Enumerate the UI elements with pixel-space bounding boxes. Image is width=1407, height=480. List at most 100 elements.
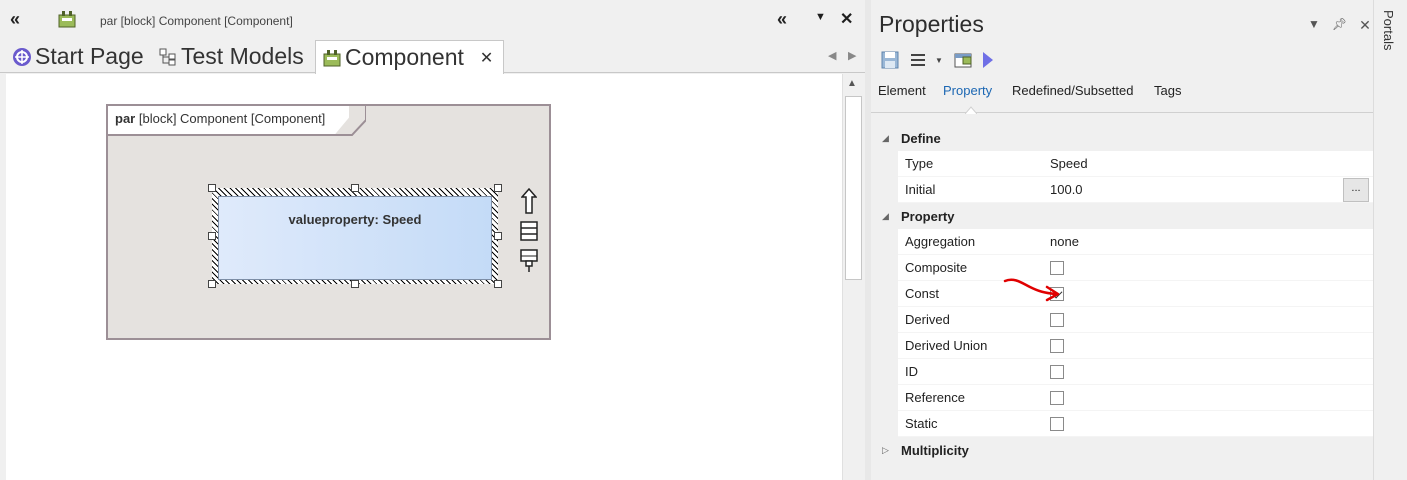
document-tabs: Start Page Test Models Component ✕ ◀ ▶: [0, 40, 865, 74]
save-icon[interactable]: [881, 51, 899, 69]
tab-test-models[interactable]: Test Models: [152, 40, 304, 73]
derived-checkbox[interactable]: [1050, 312, 1064, 327]
row-key: Static: [905, 416, 938, 431]
tab-close-icon[interactable]: ✕: [480, 48, 493, 68]
properties-title: Properties: [879, 11, 984, 37]
section-label: Property: [901, 208, 955, 224]
dropdown-icon[interactable]: ▼: [815, 11, 826, 23]
resize-handle[interactable]: [494, 280, 502, 288]
id-checkbox[interactable]: [1050, 364, 1064, 379]
section-property[interactable]: ◢ Property: [871, 203, 1373, 229]
row-key: Initial: [905, 182, 936, 197]
tab-tags[interactable]: Tags: [1154, 83, 1181, 98]
tab-redefined-subsetted[interactable]: Redefined/Subsetted: [1012, 83, 1133, 98]
resize-handle[interactable]: [208, 184, 216, 192]
collapse-right-icon[interactable]: «: [777, 9, 787, 30]
value-property-element[interactable]: valueproperty: Speed: [218, 196, 492, 280]
menu-icon[interactable]: [909, 51, 931, 69]
list-icon[interactable]: [518, 216, 540, 246]
resize-handle[interactable]: [208, 232, 216, 240]
collapse-triangle-icon[interactable]: ◢: [871, 133, 901, 144]
diagram-window: « par [block] Component [Component] « ▼ …: [0, 0, 865, 480]
tab-property[interactable]: Property: [943, 83, 992, 98]
element-browser-icon[interactable]: [953, 51, 975, 69]
row-key: Const: [905, 286, 939, 301]
properties-tabs: Element Property Redefined/Subsetted Tag…: [871, 79, 1373, 114]
ellipsis-button[interactable]: ...: [1343, 178, 1369, 202]
row-key: Composite: [905, 260, 968, 275]
play-icon[interactable]: [981, 51, 995, 69]
resize-handle[interactable]: [494, 232, 502, 240]
row-key: Derived: [905, 312, 950, 327]
row-key: Type: [905, 156, 934, 171]
tab-element[interactable]: Element: [878, 83, 926, 98]
properties-window: Properties ▼ 📌︎ ✕ ▼ Element Property Red…: [865, 0, 1373, 480]
dropdown-icon[interactable]: ▼: [1308, 17, 1320, 34]
pin-icon[interactable]: 📌︎: [1332, 17, 1347, 34]
expand-triangle-icon[interactable]: ▷: [871, 445, 901, 456]
property-row-const[interactable]: Const: [898, 281, 1373, 307]
row-value[interactable]: 100.0: [1050, 182, 1083, 197]
portals-sidebar[interactable]: Portals: [1373, 0, 1407, 480]
property-grid: ◢ Define Type Speed Initial 100.0 ... ◢ …: [871, 125, 1373, 463]
diagram-frame[interactable]: par [block] Component [Component] valuep…: [106, 104, 551, 340]
properties-toolbar: ▼: [881, 51, 995, 69]
tab-label: Start Page: [35, 43, 144, 69]
row-key: Derived Union: [905, 338, 988, 353]
pin-icon[interactable]: [518, 246, 540, 276]
derived-union-checkbox[interactable]: [1050, 338, 1064, 353]
close-icon[interactable]: ✕: [840, 9, 853, 29]
property-row-composite[interactable]: Composite: [898, 255, 1373, 281]
quick-linker-toolbar: [518, 186, 540, 276]
property-row-reference[interactable]: Reference: [898, 385, 1373, 411]
tab-component[interactable]: Component ✕: [315, 40, 505, 74]
resize-handle[interactable]: [351, 280, 359, 288]
resize-handle[interactable]: [494, 184, 502, 192]
frame-label-border: [108, 106, 366, 136]
section-multiplicity[interactable]: ▷ Multiplicity: [871, 437, 1373, 463]
diagram-canvas[interactable]: par [block] Component [Component] valuep…: [6, 74, 842, 480]
property-row-derived[interactable]: Derived: [898, 307, 1373, 333]
static-checkbox[interactable]: [1050, 416, 1064, 431]
tab-scroll-right-icon[interactable]: ▶: [848, 49, 856, 62]
row-key: Reference: [905, 390, 965, 405]
section-label: Define: [901, 130, 941, 146]
resize-handle[interactable]: [351, 184, 359, 192]
portals-label: Portals: [1381, 10, 1396, 51]
const-checkbox[interactable]: [1050, 286, 1064, 301]
reference-checkbox[interactable]: [1050, 390, 1064, 405]
chevron-down-icon[interactable]: ▼: [935, 56, 943, 65]
tab-label: Test Models: [181, 43, 304, 69]
property-row-derived-union[interactable]: Derived Union: [898, 333, 1373, 359]
close-icon[interactable]: ✕: [1359, 17, 1371, 34]
property-row-type[interactable]: Type Speed: [898, 151, 1373, 177]
composite-checkbox[interactable]: [1050, 260, 1064, 275]
scroll-thumb[interactable]: [845, 96, 862, 280]
collapse-triangle-icon[interactable]: ◢: [871, 211, 901, 222]
diagram-icon: [323, 49, 341, 66]
diagram-title: par [block] Component [Component]: [100, 14, 293, 28]
resize-handle[interactable]: [208, 280, 216, 288]
active-tab-caret: [965, 106, 977, 114]
scroll-up-icon[interactable]: ▲: [847, 78, 857, 89]
section-define[interactable]: ◢ Define: [871, 125, 1373, 151]
diagram-title-bar: « par [block] Component [Component] « ▼ …: [0, 0, 865, 40]
property-row-aggregation[interactable]: Aggregation none: [898, 229, 1373, 255]
row-key: Aggregation: [905, 234, 976, 249]
tab-scroll-left-icon[interactable]: ◀: [828, 49, 836, 62]
start-page-icon: [13, 47, 31, 66]
tab-start-page[interactable]: Start Page: [6, 40, 144, 73]
row-key: ID: [905, 364, 918, 379]
vertical-scrollbar[interactable]: ▲: [842, 74, 864, 480]
diagram-icon: [58, 11, 76, 28]
row-value[interactable]: none: [1050, 234, 1079, 249]
collapse-left-icon[interactable]: «: [10, 9, 20, 30]
property-row-initial[interactable]: Initial 100.0 ...: [898, 177, 1373, 203]
row-value[interactable]: Speed: [1050, 156, 1088, 171]
property-row-static[interactable]: Static: [898, 411, 1373, 437]
property-row-id[interactable]: ID: [898, 359, 1373, 385]
arrow-up-icon[interactable]: [518, 186, 540, 216]
value-property-label: valueproperty: Speed: [288, 212, 422, 227]
model-tree-icon: [159, 48, 176, 65]
section-label: Multiplicity: [901, 442, 969, 458]
